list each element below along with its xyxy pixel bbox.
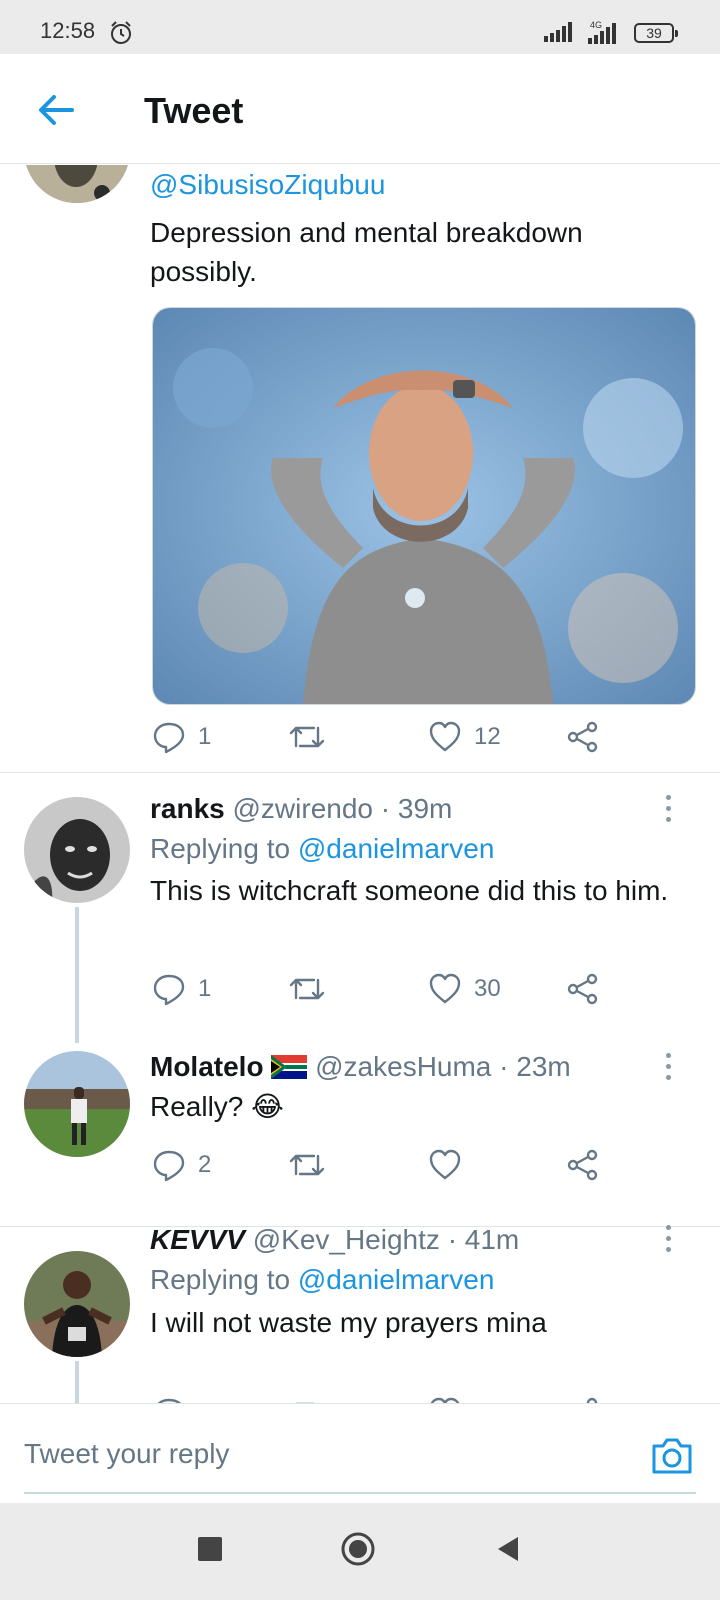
retweet-button[interactable] [288,1145,326,1185]
tweet-time: · 39m [380,793,453,824]
retweet-icon [289,978,325,1000]
share-icon [586,1397,598,1403]
replying-handle[interactable]: @danielmarven [298,833,495,864]
user-handle[interactable]: @zwirendo [233,793,373,824]
reply-composer: Tweet your reply [0,1403,720,1503]
reply-button[interactable]: 1 [152,969,211,1009]
retweet-button[interactable] [288,717,326,757]
tweet-divider [0,772,720,773]
tweet-actions: 1 [152,1393,612,1403]
share-button[interactable] [566,1393,600,1403]
reply-count: 1 [198,975,212,1002]
retweet-icon [289,726,325,748]
avatar[interactable] [24,797,130,903]
like-button[interactable]: 12 [428,717,501,757]
user-name[interactable]: Molatelo [150,1051,264,1082]
tweet-header: KEVVV @Kev_Heightz · 41m [150,1222,519,1258]
more-options-button[interactable] [662,795,674,827]
signal-icon [544,22,572,42]
replying-to: Replying to @danielmarven [150,1262,494,1298]
tweet-time: · 23m [499,1051,571,1082]
reply-button[interactable]: 2 [152,1145,211,1185]
tweet-feed[interactable]: @SibusisoZiqubuu Depression and mental b… [0,165,720,1403]
system-nav-bar [0,1503,720,1600]
retweet-icon [289,1154,325,1176]
avatar[interactable] [24,1251,130,1357]
alarm-icon [111,21,131,44]
tweet-header: ranks @zwirendo · 39m [150,791,452,827]
reply-input[interactable]: Tweet your reply [24,1438,229,1470]
heart-icon [429,1149,461,1180]
tweet-text: This is witchcraft someone did this to h… [150,875,669,906]
retweet-button[interactable] [288,969,326,1009]
tweet-actions: 1 30 [152,969,612,1009]
like-count: 30 [474,975,501,1002]
user-name[interactable]: KEVVV [150,1224,245,1255]
reply-icon [153,974,185,1006]
share-icon [567,973,598,1005]
tweet-header: Molatelo @zakesHuma · 23m [150,1049,571,1085]
reply-icon [157,1398,181,1403]
user-handle[interactable]: @Kev_Heightz [253,1224,440,1255]
share-button[interactable] [566,969,600,1009]
tweet-actions: 2 [152,1145,612,1185]
retweet-icon [295,1402,319,1403]
recent-apps-icon[interactable] [196,1535,224,1563]
page-title: Tweet [144,90,244,131]
heart-icon [429,721,461,752]
camera-icon[interactable] [650,1436,694,1476]
replying-handle[interactable]: @SibusisoZiqubuu [150,169,385,201]
replying-handle[interactable]: @danielmarven [298,1264,495,1295]
reply-button[interactable]: 1 [152,717,211,757]
signal-icon-2 [588,23,616,44]
heart-icon [429,973,461,1004]
more-options-button[interactable] [662,1053,674,1085]
retweet-button[interactable] [288,1393,326,1403]
tweet-text: Depression and mental breakdown possibly… [150,217,583,287]
battery-indicator: 39 [634,23,678,43]
like-count: 12 [474,723,501,750]
input-underline [24,1492,696,1494]
tweet-photo[interactable] [152,307,696,705]
user-handle[interactable]: @zakesHuma [315,1051,491,1082]
avatar[interactable] [24,165,130,203]
home-icon[interactable] [340,1531,376,1567]
share-icon [567,1149,598,1181]
share-icon [567,721,598,753]
replying-prefix: Replying to [150,833,291,864]
thread-line [75,907,79,1043]
like-button[interactable]: 30 [428,969,501,1009]
tweet-time: · 41m [447,1224,520,1255]
status-time: 12:58 [40,18,96,43]
south-africa-flag-icon [271,1055,308,1079]
avatar[interactable] [24,1051,130,1157]
tweet-text: I will not waste my prayers mina [150,1307,547,1338]
share-button[interactable] [566,717,600,757]
share-button[interactable] [566,1145,600,1185]
replying-to: Replying to @danielmarven [150,831,494,867]
arrow-left-icon[interactable] [36,90,76,130]
more-options-button[interactable] [662,1225,674,1257]
reply-icon [153,1150,185,1182]
tweet-text: Really? 😂 [150,1091,284,1122]
back-nav-icon[interactable] [494,1535,522,1563]
reply-icon [153,722,185,754]
status-bar: 12:58 4G 39 [0,0,720,54]
replying-prefix: Replying to [150,1264,291,1295]
like-button[interactable] [428,1393,462,1403]
reply-count: 1 [198,723,212,750]
reply-button[interactable]: 1 [152,1393,211,1403]
reply-count: 2 [198,1151,212,1178]
heart-icon [430,1397,460,1403]
like-button[interactable] [428,1145,462,1185]
tweet-actions: 1 12 [152,717,612,757]
thread-line [75,1361,79,1403]
app-header: Tweet [0,54,720,164]
user-name[interactable]: ranks [150,793,225,824]
